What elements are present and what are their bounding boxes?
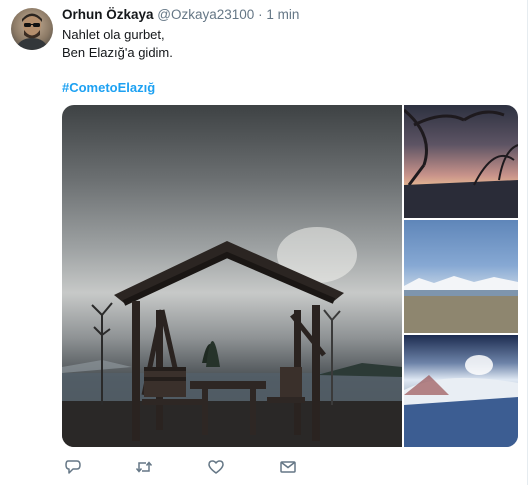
tweet-text: Nahlet ola gurbet, Ben Elazığ'a gidim. <box>62 26 173 62</box>
like-icon[interactable] <box>207 458 227 478</box>
tweet-text-line: Nahlet ola gurbet, <box>62 27 165 42</box>
avatar-portrait <box>15 13 49 50</box>
avatar[interactable] <box>11 8 53 50</box>
reply-icon[interactable] <box>64 458 84 478</box>
gazebo-lakeside-photo[interactable] <box>62 105 402 447</box>
snowy-mountains-lake-photo[interactable] <box>404 220 518 333</box>
tweet-actions <box>62 458 322 478</box>
user-handle[interactable]: @Ozkaya23100 <box>157 7 254 22</box>
timestamp[interactable]: 1 min <box>266 7 299 22</box>
hashtag-link[interactable]: #CometoElazığ <box>62 80 155 95</box>
media-grid <box>62 105 518 447</box>
tweet[interactable]: Orhun Özkaya @Ozkaya23100 · 1 min Nahlet… <box>0 0 528 485</box>
retweet-icon[interactable] <box>135 458 155 478</box>
display-name[interactable]: Orhun Özkaya <box>62 7 154 22</box>
separator-dot: · <box>258 7 263 22</box>
message-icon[interactable] <box>279 458 299 478</box>
tweet-text-line: Ben Elazığ'a gidim. <box>62 45 173 60</box>
snowy-hill-sky-photo[interactable] <box>404 335 518 447</box>
tweet-header: Orhun Özkaya @Ozkaya23100 · 1 min <box>62 7 299 22</box>
sunset-lake-photo[interactable] <box>404 105 518 218</box>
